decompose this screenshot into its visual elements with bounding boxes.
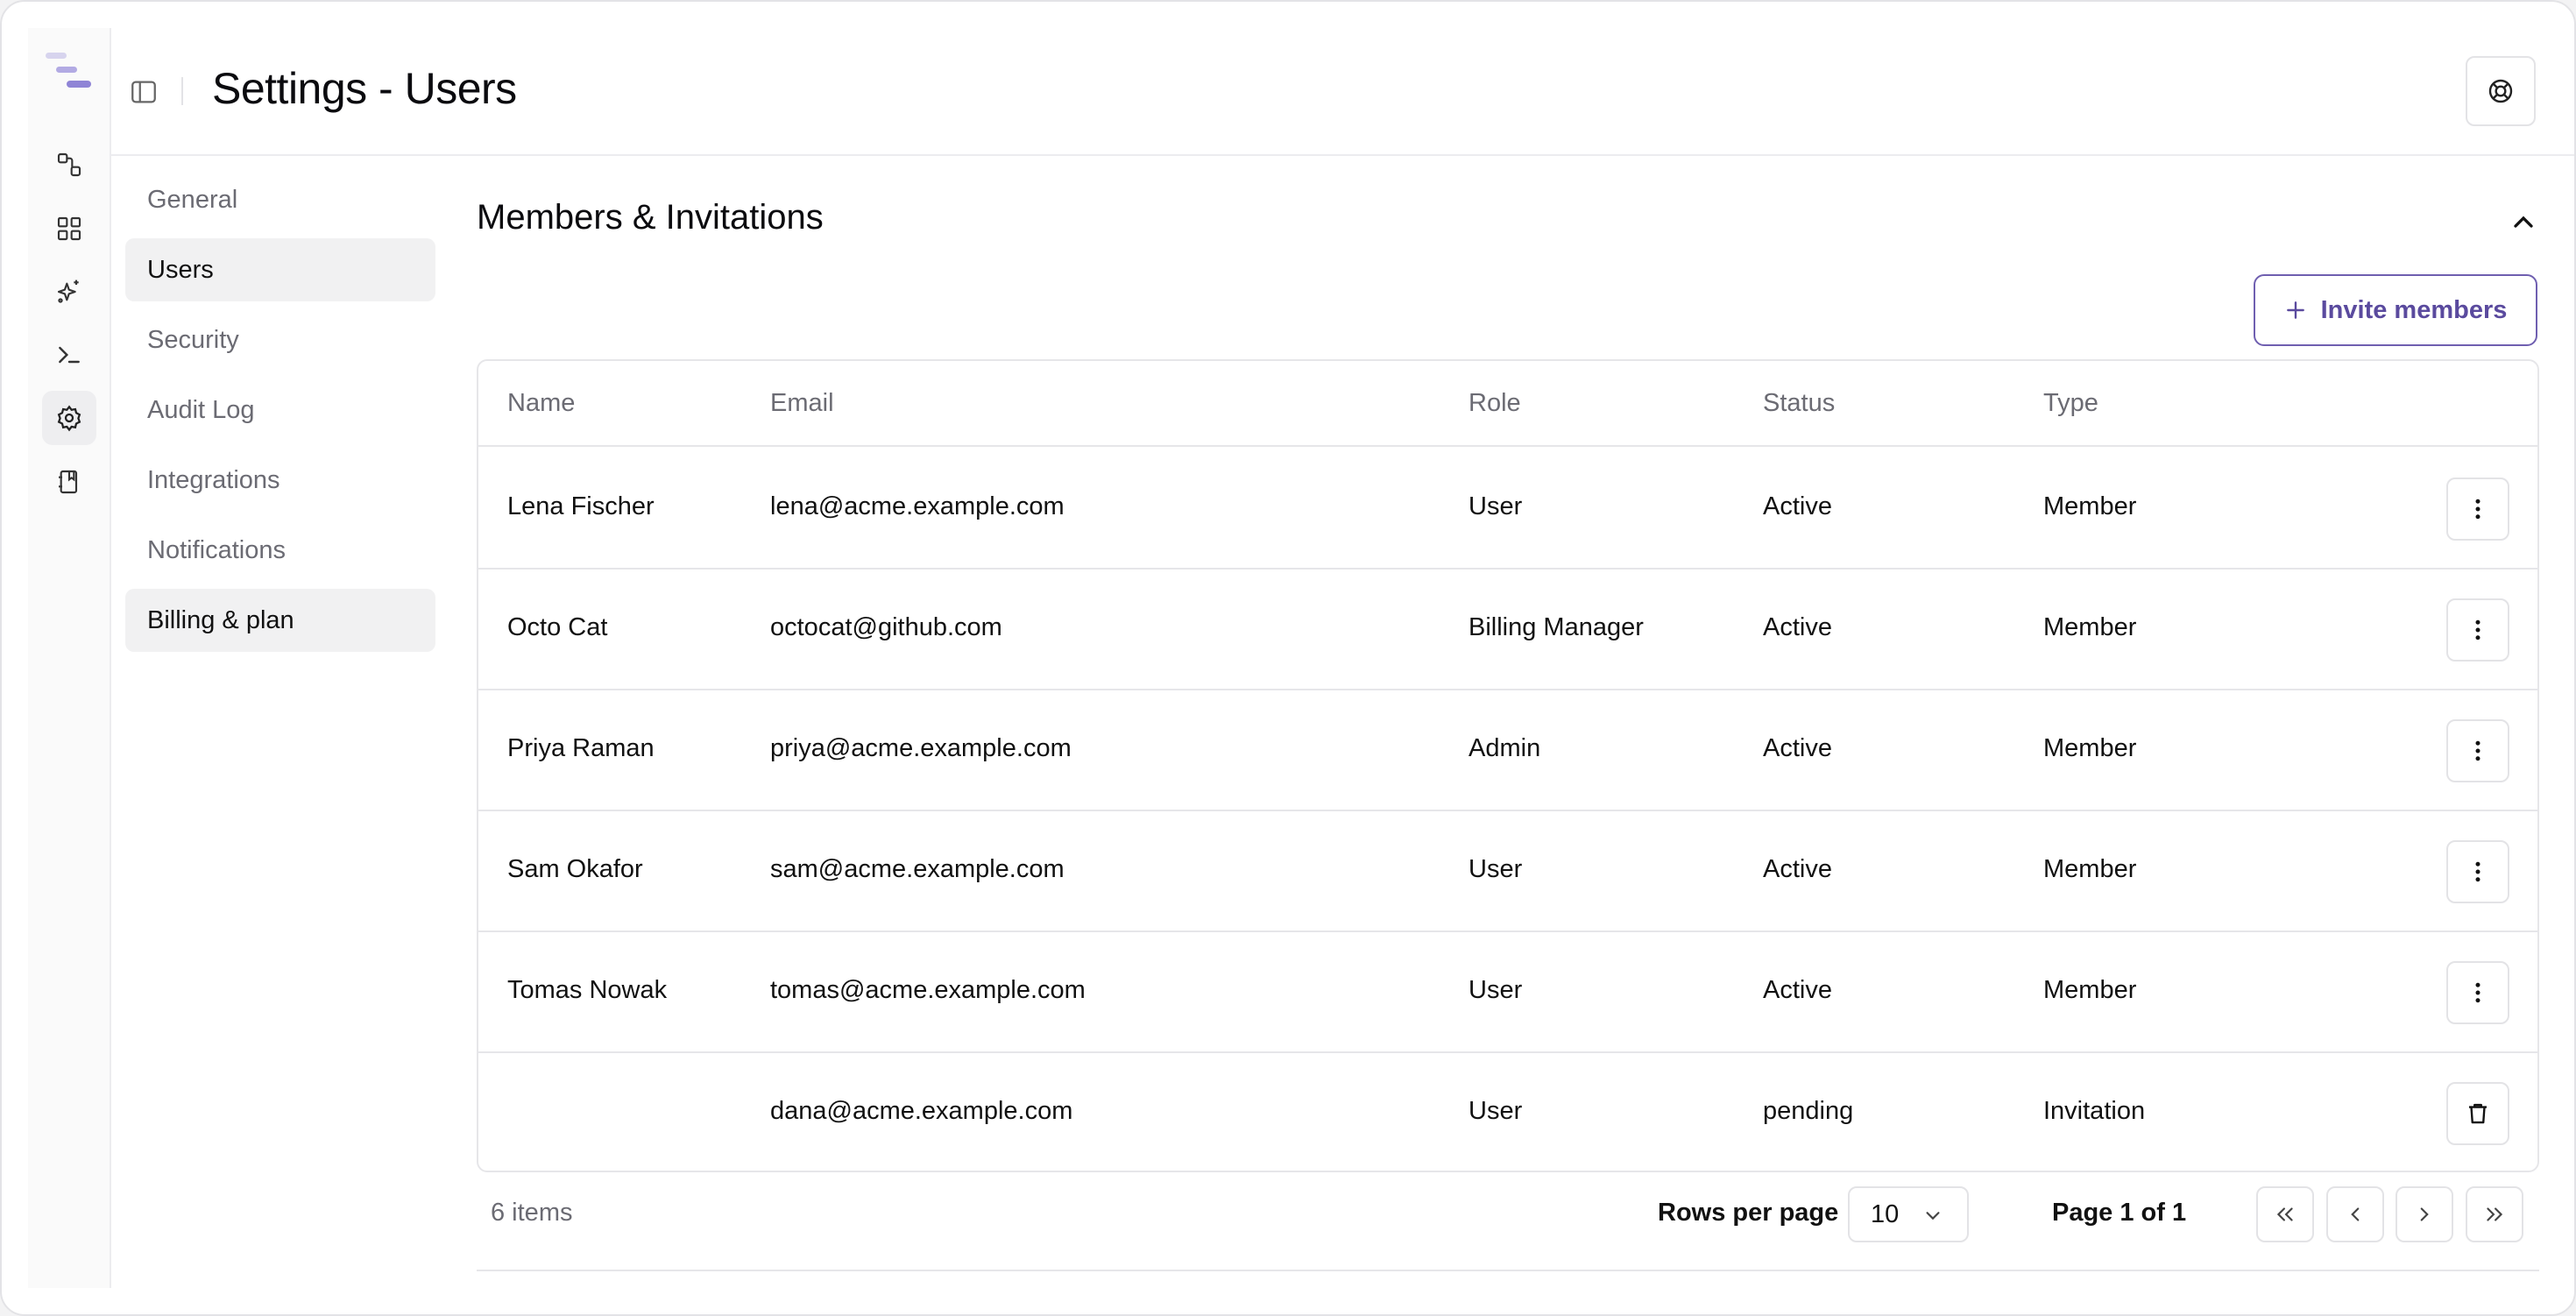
- nav-item-security[interactable]: Security: [125, 308, 435, 371]
- delete-invitation-button[interactable]: [2446, 1082, 2509, 1145]
- more-icon: [2475, 619, 2480, 640]
- rows-per-page-label: Rows per page: [1658, 1199, 1839, 1227]
- table-row: Sam Okafor sam@acme.example.com User Act…: [478, 811, 2537, 932]
- nav-item-users[interactable]: Users: [125, 238, 435, 301]
- settings-nav: General Users Security Audit Log Integra…: [125, 168, 435, 659]
- nav-item-integrations[interactable]: Integrations: [125, 449, 435, 512]
- cell-role: User: [1468, 976, 1523, 1004]
- invite-members-label: Invite members: [2320, 295, 2508, 324]
- column-header-status[interactable]: Status: [1763, 389, 1835, 418]
- members-table: Name Email Role Status Type Lena Fischer…: [477, 359, 2539, 1172]
- more-icon: [2475, 740, 2480, 761]
- chevron-down-icon: [1926, 1212, 1940, 1220]
- terminal-icon[interactable]: [42, 328, 96, 382]
- section-divider: [477, 1270, 2539, 1271]
- cell-name: Lena Fischer: [507, 492, 655, 520]
- cell-role: User: [1468, 1097, 1523, 1125]
- sidebar-toggle-icon[interactable]: [129, 77, 159, 107]
- more-icon: [2475, 861, 2480, 882]
- workflow-icon[interactable]: [42, 138, 96, 192]
- next-page-button[interactable]: [2396, 1186, 2453, 1242]
- page-header: Settings - Users: [111, 28, 2574, 156]
- notebook-icon[interactable]: [42, 455, 96, 509]
- items-count: 6 items: [491, 1199, 573, 1227]
- column-header-name[interactable]: Name: [507, 389, 575, 418]
- chevron-right-icon: [2420, 1207, 2429, 1221]
- app-window: Settings - Users General Users Security …: [0, 0, 2576, 1316]
- page-indicator: Page 1 of 1: [2052, 1199, 2187, 1227]
- table-header: Name Email Role Status Type: [478, 361, 2537, 447]
- sparkles-icon[interactable]: [42, 265, 96, 319]
- plus-icon: [2286, 301, 2304, 319]
- cell-status: Active: [1763, 855, 1832, 883]
- more-icon: [2475, 982, 2480, 1003]
- row-actions-button[interactable]: [2446, 478, 2509, 541]
- nav-item-notifications[interactable]: Notifications: [125, 519, 435, 582]
- cell-email: sam@acme.example.com: [770, 855, 1065, 883]
- row-actions-button[interactable]: [2446, 719, 2509, 782]
- more-icon: [2475, 499, 2480, 520]
- cell-status: Active: [1763, 492, 1832, 520]
- cell-name: Octo Cat: [507, 613, 608, 641]
- cell-type: Member: [2043, 613, 2137, 641]
- cell-type: Member: [2043, 855, 2137, 883]
- table-row: Lena Fischer lena@acme.example.com User …: [478, 449, 2537, 570]
- first-page-button[interactable]: [2256, 1186, 2314, 1242]
- previous-page-button[interactable]: [2326, 1186, 2384, 1242]
- last-page-button[interactable]: [2466, 1186, 2523, 1242]
- chevron-up-icon[interactable]: [2508, 209, 2539, 233]
- cell-type: Member: [2043, 976, 2137, 1004]
- column-header-role[interactable]: Role: [1468, 389, 1521, 418]
- cell-type: Invitation: [2043, 1097, 2146, 1125]
- nav-item-general[interactable]: General: [125, 168, 435, 231]
- cell-role: User: [1468, 492, 1523, 520]
- cell-role: User: [1468, 855, 1523, 883]
- chevron-left-icon: [2351, 1207, 2360, 1221]
- icon-rail: [28, 28, 111, 1288]
- rows-per-page-select[interactable]: 10: [1848, 1186, 1969, 1242]
- invite-members-button[interactable]: Invite members: [2254, 274, 2537, 346]
- cell-email: tomas@acme.example.com: [770, 976, 1086, 1004]
- cell-name: Priya Raman: [507, 734, 655, 762]
- section-title: Members & Invitations: [477, 198, 824, 237]
- cell-type: Member: [2043, 734, 2137, 762]
- help-button[interactable]: [2466, 56, 2536, 126]
- table-row: Priya Raman priya@acme.example.com Admin…: [478, 690, 2537, 811]
- column-header-type[interactable]: Type: [2043, 389, 2098, 418]
- cell-role: Billing Manager: [1468, 613, 1644, 641]
- lifebuoy-icon: [2488, 79, 2513, 103]
- nav-item-billing[interactable]: Billing & plan: [125, 589, 435, 652]
- row-actions-button[interactable]: [2446, 840, 2509, 903]
- cell-name: Tomas Nowak: [507, 976, 668, 1004]
- cell-email: dana@acme.example.com: [770, 1097, 1073, 1125]
- row-actions-button[interactable]: [2446, 598, 2509, 662]
- cell-status: pending: [1763, 1097, 1854, 1125]
- cell-email: priya@acme.example.com: [770, 734, 1072, 762]
- cell-status: Active: [1763, 613, 1832, 641]
- chevrons-right-icon: [2487, 1207, 2503, 1221]
- chevrons-left-icon: [2276, 1207, 2293, 1221]
- cell-email: lena@acme.example.com: [770, 492, 1065, 520]
- row-actions-button[interactable]: [2446, 961, 2509, 1024]
- cell-name: Sam Okafor: [507, 855, 643, 883]
- trash-icon: [2469, 1103, 2487, 1124]
- column-header-email[interactable]: Email: [770, 389, 834, 418]
- app-logo: [46, 53, 91, 88]
- dashboard-icon[interactable]: [42, 202, 96, 256]
- cell-status: Active: [1763, 734, 1832, 762]
- cell-status: Active: [1763, 976, 1832, 1004]
- table-row: Tomas Nowak tomas@acme.example.com User …: [478, 932, 2537, 1053]
- table-row: Octo Cat octocat@github.com Billing Mana…: [478, 570, 2537, 690]
- cell-type: Member: [2043, 492, 2137, 520]
- rows-per-page-value: 10: [1871, 1199, 1900, 1228]
- header-divider: [181, 77, 183, 105]
- cell-email: octocat@github.com: [770, 613, 1002, 641]
- nav-item-audit-log[interactable]: Audit Log: [125, 379, 435, 442]
- page-title: Settings - Users: [212, 64, 517, 113]
- cell-role: Admin: [1468, 734, 1541, 762]
- table-row: dana@acme.example.com User pending Invit…: [478, 1053, 2537, 1171]
- gear-icon[interactable]: [42, 391, 96, 445]
